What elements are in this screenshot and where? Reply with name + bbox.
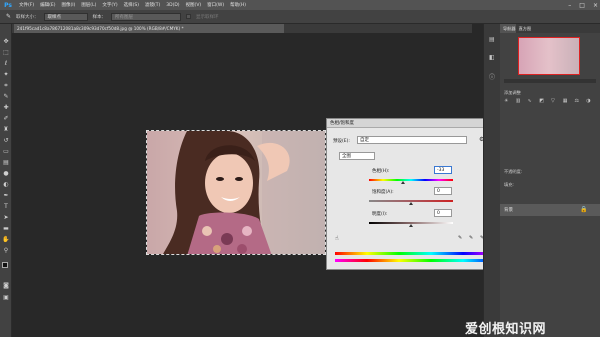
saturation-slider-thumb[interactable] xyxy=(409,202,413,205)
zoom-slider[interactable] xyxy=(504,79,596,83)
menu-filter[interactable]: 滤镜(T) xyxy=(142,2,163,8)
screen-mode-icon[interactable]: ▣ xyxy=(2,294,10,301)
menu-image[interactable]: 图像(I) xyxy=(58,2,78,8)
options-bar: ✎ 取样大小： 取样点 样本： 所有图层 显示取样环 xyxy=(0,10,600,24)
curves-icon[interactable]: ∿ xyxy=(528,98,538,128)
magic-wand-tool-icon[interactable]: ✦ xyxy=(2,71,10,78)
eyedropper-icon[interactable]: ✎ xyxy=(458,235,462,241)
navigator-thumbnail xyxy=(518,37,580,75)
eraser-tool-icon[interactable]: ▭ xyxy=(2,148,10,155)
lock-icon: 🔒 xyxy=(580,206,588,213)
opacity-label: 不透明度: xyxy=(504,169,523,174)
type-tool-icon[interactable]: T xyxy=(2,203,10,210)
history-panel-icon[interactable]: ▤ xyxy=(489,36,495,43)
adjustment-icons: ☀ ▥ ∿ ◩ ▽ ▦ ⚖ ◑ xyxy=(504,98,596,128)
crop-tool-icon[interactable]: ⌗ xyxy=(2,82,10,89)
blur-tool-icon[interactable]: ● xyxy=(2,170,10,177)
eyedropper-plus-icon[interactable]: ✎ xyxy=(469,235,473,241)
dodge-tool-icon[interactable]: ◐ xyxy=(2,181,10,188)
channel-value: 全图 xyxy=(342,154,351,159)
preset-value: 自定 xyxy=(360,138,369,143)
brightness-icon[interactable]: ☀ xyxy=(504,98,514,128)
menu-window[interactable]: 窗口(W) xyxy=(204,2,227,8)
quick-mask-icon[interactable]: ◙ xyxy=(2,282,10,289)
maximize-button[interactable]: □ xyxy=(579,2,585,9)
hand-adjust-icon[interactable]: ☝ xyxy=(335,235,339,242)
sample-label: 样本： xyxy=(92,14,107,20)
history-brush-tool-icon[interactable]: ↺ xyxy=(2,137,10,144)
sample-select[interactable]: 所有图层 xyxy=(111,12,182,21)
menu-file[interactable]: 文件(F) xyxy=(16,2,37,8)
hue-slider-track[interactable] xyxy=(369,179,453,181)
window-controls: – □ × xyxy=(568,0,598,10)
menu-view[interactable]: 视图(V) xyxy=(183,2,205,8)
healing-brush-tool-icon[interactable]: ✚ xyxy=(2,104,10,111)
eyedropper-tool-icon[interactable]: ✎ xyxy=(6,13,11,20)
minimize-button[interactable]: – xyxy=(568,2,571,9)
toolbox: ✥ ⬚ ℓ ✦ ⌗ ✎ ✚ ✐ ♜ ↺ ▭ ▤ ● ◐ ✒ T ➤ ▬ ✋ ⚲ … xyxy=(0,24,12,337)
hue-slider-thumb[interactable] xyxy=(401,181,406,184)
fill-label: 填充: xyxy=(504,182,514,187)
hue-input[interactable]: -33 xyxy=(434,166,452,174)
menu-bar: Ps 文件(F) 编辑(E) 图像(I) 图层(L) 文字(Y) 选择(S) 滤… xyxy=(0,0,600,10)
layer-row[interactable]: 背景 🔒 xyxy=(500,204,600,216)
color-balance-icon[interactable]: ⚖ xyxy=(575,98,585,128)
hue-icon[interactable]: ▦ xyxy=(563,98,573,128)
sample-size-label: 取样大小： xyxy=(16,14,39,20)
exposure-icon[interactable]: ◩ xyxy=(539,98,549,128)
tab-navigator[interactable]: 导航器 xyxy=(500,24,516,33)
menu-edit[interactable]: 编辑(E) xyxy=(37,2,58,8)
menu-type[interactable]: 文字(Y) xyxy=(99,2,120,8)
preset-select[interactable]: 自定 xyxy=(357,136,467,144)
foreground-color-swatch[interactable] xyxy=(2,262,8,268)
tab-histogram[interactable]: 直方图 xyxy=(516,24,532,33)
pen-tool-icon[interactable]: ✒ xyxy=(2,192,10,199)
close-button[interactable]: × xyxy=(593,2,598,9)
shape-tool-icon[interactable]: ▬ xyxy=(2,225,10,232)
document-tab[interactable]: 241f95cad1c8a786712081a8c309c93d70cf50d8… xyxy=(14,24,284,33)
document-photo xyxy=(146,130,326,255)
saturation-label: 饱和度(A): xyxy=(372,190,394,195)
channel-select[interactable]: 全图 xyxy=(339,152,375,160)
lightness-label: 明度(I): xyxy=(372,212,388,217)
move-tool-icon[interactable]: ✥ xyxy=(2,38,10,45)
menu-select[interactable]: 选择(S) xyxy=(121,2,142,8)
show-ring-checkbox[interactable] xyxy=(186,14,192,19)
lasso-tool-icon[interactable]: ℓ xyxy=(2,60,10,67)
info-panel-icon[interactable]: ⓘ xyxy=(489,72,495,81)
hand-tool-icon[interactable]: ✋ xyxy=(2,236,10,243)
hue-label: 色相(H): xyxy=(372,169,390,174)
show-ring-label: 显示取样环 xyxy=(196,14,219,20)
zoom-tool-icon[interactable]: ⚲ xyxy=(2,247,10,254)
black-white-icon[interactable]: ◑ xyxy=(586,98,596,128)
layer-name: 背景 xyxy=(504,208,513,213)
menu-3d[interactable]: 3D(D) xyxy=(163,3,182,8)
menu-help[interactable]: 帮助(H) xyxy=(227,2,249,8)
path-selection-tool-icon[interactable]: ➤ xyxy=(2,214,10,221)
saturation-input[interactable]: 0 xyxy=(434,187,452,195)
marquee-tool-icon[interactable]: ⬚ xyxy=(2,49,10,56)
menu-layer[interactable]: 图层(L) xyxy=(78,2,99,8)
brush-tool-icon[interactable]: ✐ xyxy=(2,115,10,122)
levels-icon[interactable]: ▥ xyxy=(516,98,526,128)
preset-label: 预设(E): xyxy=(333,139,350,144)
lightness-slider-thumb[interactable] xyxy=(409,224,413,227)
watermark-text: 爱创根知识网 xyxy=(465,322,547,337)
collapsed-panel-strip: ▤ ◧ ⓘ xyxy=(483,24,500,337)
properties-panel-icon[interactable]: ◧ xyxy=(489,54,495,61)
adjustments-label: 添加调整 xyxy=(504,90,521,95)
photoshop-logo: Ps xyxy=(4,1,12,9)
sample-size-select[interactable]: 取样点 xyxy=(43,12,88,21)
vibrance-icon[interactable]: ▽ xyxy=(551,98,561,128)
lightness-input[interactable]: 0 xyxy=(434,209,452,217)
right-panel: 导航器 直方图 添加调整 ☀ ▥ ∿ ◩ ▽ ▦ ⚖ ◑ 不透明度: 填充: 背… xyxy=(500,24,600,337)
eyedropper-tool-icon[interactable]: ✎ xyxy=(2,93,10,100)
gradient-tool-icon[interactable]: ▤ xyxy=(2,159,10,166)
clone-stamp-tool-icon[interactable]: ♜ xyxy=(2,126,10,133)
